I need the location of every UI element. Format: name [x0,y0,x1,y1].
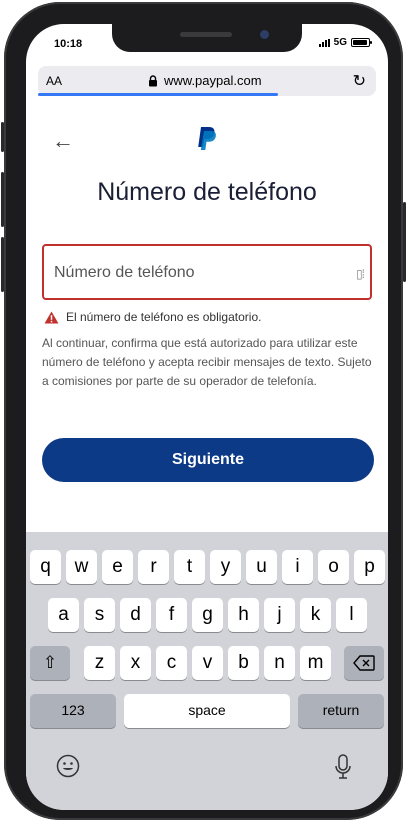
lock-icon [149,74,157,86]
key-n[interactable]: n [264,646,295,680]
status-indicators: 5G [318,37,372,48]
silent-switch [1,122,4,152]
key-a[interactable]: a [48,598,79,632]
key-v[interactable]: v [192,646,223,680]
key-l[interactable]: l [336,598,367,632]
key-d[interactable]: d [120,598,151,632]
screen: 10:18 5G AA www.paypal.com ↻ ← Número de… [26,24,388,810]
key-h[interactable]: h [228,598,259,632]
status-time: 10:18 [54,38,83,50]
emoji-icon[interactable] [56,754,80,784]
camera [260,30,269,39]
key-r[interactable]: r [138,550,169,584]
key-i[interactable]: i [282,550,313,584]
volume-up-button [1,172,4,227]
reload-icon[interactable]: ↻ [353,71,366,91]
key-p[interactable]: p [354,550,385,584]
backspace-key[interactable] [344,646,384,680]
network-label: 5G [333,37,347,48]
phone-frame: 10:18 5G AA www.paypal.com ↻ ← Número de… [1,2,406,820]
consent-text: Al continuar, confirma que está autoriza… [42,336,372,388]
backspace-icon [353,655,375,671]
page-load-progress [38,93,278,96]
reader-settings-button[interactable]: AA [46,74,62,88]
address-bar[interactable]: AA www.paypal.com ↻ [38,66,376,96]
key-y[interactable]: y [210,550,241,584]
phone-number-placeholder: Número de teléfono [54,264,195,281]
battery-icon [351,38,372,47]
key-b[interactable]: b [228,646,259,680]
key-q[interactable]: q [30,550,61,584]
error-text: El número de teléfono es obligatorio. [66,310,262,324]
key-u[interactable]: u [246,550,277,584]
power-button [403,202,406,282]
url-display[interactable]: www.paypal.com [148,73,262,88]
shift-key[interactable]: ⇧ [30,646,70,680]
paypal-logo-icon [196,126,218,157]
numbers-key[interactable]: 123 [30,694,116,728]
space-key[interactable]: space [124,694,290,728]
phone-number-input[interactable]: Número de teléfono ▯⁞ [42,244,372,300]
speaker [180,32,232,37]
key-e[interactable]: e [102,550,133,584]
return-key[interactable]: return [298,694,384,728]
key-c[interactable]: c [156,646,187,680]
contact-autofill-icon[interactable]: ▯⁞ [356,267,365,281]
key-k[interactable]: k [300,598,331,632]
microphone-icon[interactable] [334,754,352,786]
key-o[interactable]: o [318,550,349,584]
key-z[interactable]: z [84,646,115,680]
error-message: El número de teléfono es obligatorio. [44,310,261,324]
notch [112,24,302,52]
signal-icon [318,38,330,47]
key-w[interactable]: w [66,550,97,584]
key-m[interactable]: m [300,646,331,680]
url-text: www.paypal.com [164,73,262,88]
key-f[interactable]: f [156,598,187,632]
key-j[interactable]: j [264,598,295,632]
warning-icon [44,310,59,324]
key-x[interactable]: x [120,646,151,680]
key-s[interactable]: s [84,598,115,632]
shift-icon: ⇧ [42,653,58,672]
arrow-left-icon[interactable]: ← [52,128,74,154]
key-t[interactable]: t [174,550,205,584]
keyboard: qwertyuiop asdfghjkl zxcvbnm ⇧ 123 space… [26,532,388,810]
next-button[interactable]: Siguiente [42,438,374,482]
page-title: Número de teléfono [97,178,317,206]
key-g[interactable]: g [192,598,223,632]
volume-down-button [1,237,4,292]
